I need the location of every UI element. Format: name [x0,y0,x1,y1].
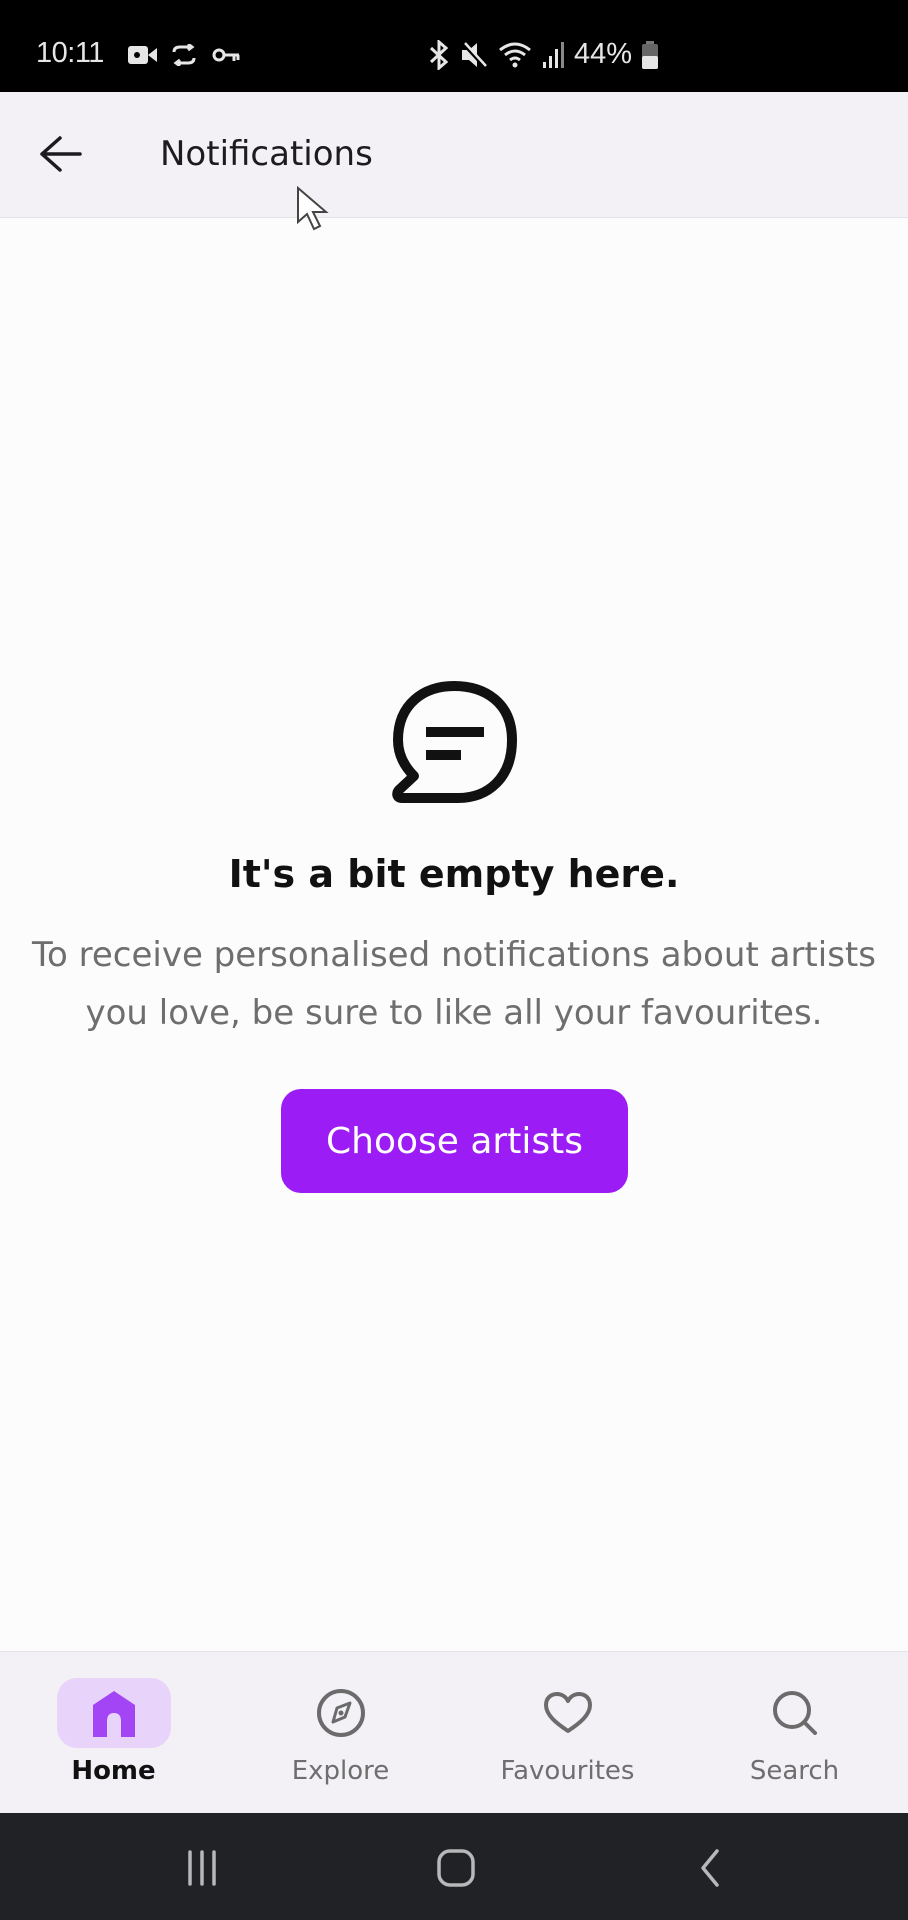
nav-item-favourites[interactable]: Favourites [454,1652,681,1814]
signal-icon [543,41,564,68]
home-circle-icon [437,1849,475,1887]
sync-check-icon [172,44,196,66]
mouse-cursor-icon [297,186,329,231]
video-camera-icon [128,46,157,64]
mute-icon [461,41,488,69]
system-navigation-bar [0,1813,908,1920]
back-button[interactable] [30,124,90,184]
wifi-icon [499,42,531,67]
nav-item-home[interactable]: Home [0,1652,227,1814]
nav-label-search: Search [749,1756,840,1786]
choose-artists-button[interactable]: Choose artists [281,1089,628,1193]
page-title: Notifications [160,134,373,174]
bluetooth-icon [429,39,449,70]
battery-percent: 44% [574,38,633,70]
empty-state-title: It's a bit empty here. [228,852,680,896]
nav-item-search[interactable]: Search [681,1652,908,1814]
system-home-button[interactable] [426,1843,486,1893]
bottom-nav: Home Explore Favourites Search [0,1651,908,1814]
home-icon [93,1691,135,1737]
nav-label-explore: Explore [291,1756,390,1786]
status-bar: 10:11 44% [0,0,908,92]
back-chevron-icon [701,1849,719,1887]
system-back-button[interactable] [680,1843,740,1893]
recents-icon [188,1850,216,1886]
arrow-left-icon [40,136,82,172]
heart-icon [544,1692,592,1733]
vpn-key-icon [212,48,240,62]
app-header: Notifications [0,92,908,218]
nav-label-favourites: Favourites [500,1756,635,1786]
compass-icon [317,1689,365,1737]
status-time: 10:11 [36,37,104,69]
search-icon [773,1691,817,1735]
recents-button[interactable] [172,1843,232,1893]
nav-label-home: Home [71,1756,156,1786]
chat-bubble-icon [392,681,517,803]
battery-icon [642,40,659,69]
empty-state-description: To receive personalised notifications ab… [32,935,876,1033]
nav-item-explore[interactable]: Explore [227,1652,454,1814]
